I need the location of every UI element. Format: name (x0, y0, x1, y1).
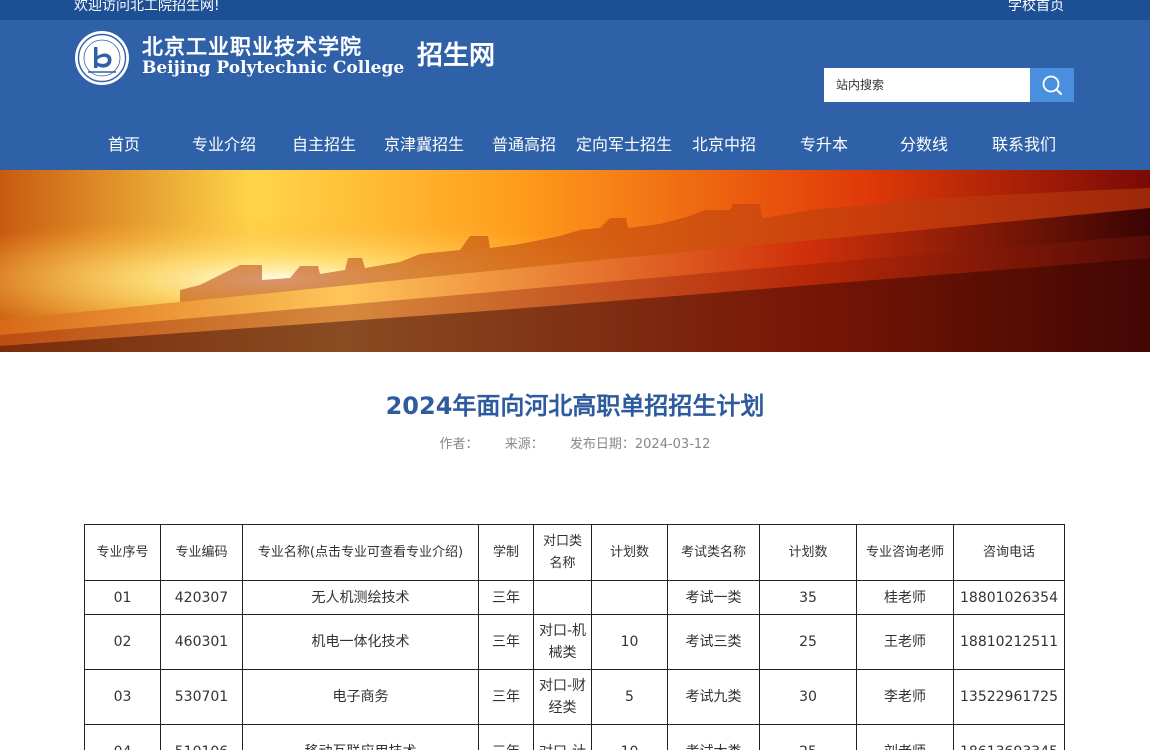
column-header: 专业名称(点击专业可查看专业介绍) (242, 524, 479, 581)
table-row: 02 460301 机电一体化技术 三年 对口-机械类 10 考试三类 25 王… (84, 614, 1065, 670)
nav-item-score-line[interactable]: 分数线 (874, 125, 974, 165)
column-header: 计划数 (759, 524, 857, 581)
nav-item-general-admission[interactable]: 普通高招 (474, 125, 574, 165)
table-cell: 420307 (160, 580, 243, 615)
table-cell: 30 (759, 669, 857, 725)
search-input[interactable] (824, 68, 1030, 102)
top-bar: 欢迎访问北工院招生网! 学校首页 (0, 0, 1150, 20)
article-meta: 作者： 来源： 发布日期：2024-03-12 (0, 435, 1150, 455)
table-row: 03 530701 电子商务 三年 对口-财经类 5 考试九类 30 李老师 1… (84, 669, 1065, 725)
nav-item-military-admission[interactable]: 定向军士招生 (574, 125, 674, 165)
table-row: 01 420307 无人机测绘技术 三年 考试一类 35 桂老师 1880102… (84, 580, 1065, 615)
table-cell: 桂老师 (856, 580, 954, 615)
table-cell: 510106 (160, 724, 243, 750)
nav-item-independent-admission[interactable]: 自主招生 (274, 125, 374, 165)
column-header: 学制 (478, 524, 534, 581)
table-cell: 18801026354 (953, 580, 1065, 615)
site-search (824, 68, 1074, 102)
nav-item-contact[interactable]: 联系我们 (974, 125, 1074, 165)
table-cell: 03 (84, 669, 161, 725)
search-icon (1042, 75, 1062, 95)
table-cell: 对口-财经类 (533, 669, 592, 725)
table-cell: 530701 (160, 669, 243, 725)
table-cell: 01 (84, 580, 161, 615)
table-cell: 18613693345 (953, 724, 1065, 750)
sunset-skyline-banner-image (0, 170, 1150, 352)
college-emblem-icon (75, 31, 129, 85)
search-button[interactable] (1030, 68, 1074, 102)
table-row: 04 510106 移动互联应用技术 三年 对口-计 10 考试大类 25 刘老… (84, 724, 1065, 750)
admission-plan-table: 专业序号 专业编码 专业名称(点击专业可查看专业介绍) 学制 对口类名称 计划数… (84, 524, 1065, 750)
table-cell: 25 (759, 614, 857, 670)
logo-english-name: Beijing Polytechnic College (142, 58, 405, 78)
nav-item-upgrade-undergraduate[interactable]: 专升本 (774, 125, 874, 165)
nav-item-home[interactable]: 首页 (74, 125, 174, 165)
welcome-text: 欢迎访问北工院招生网! (74, 0, 220, 14)
column-header: 考试类名称 (667, 524, 760, 581)
table-cell: 10 (591, 614, 668, 670)
table-cell: 刘老师 (856, 724, 954, 750)
publish-date-label: 发布日期： (569, 437, 635, 452)
major-name-link[interactable]: 机电一体化技术 (242, 614, 479, 670)
table-cell: 对口-计 (533, 724, 592, 750)
hero-banner (0, 170, 1150, 352)
table-cell: 对口-机械类 (533, 614, 592, 670)
table-cell: 三年 (478, 580, 534, 615)
publish-date-value: 2024-03-12 (634, 437, 711, 452)
publish-date: 发布日期：2024-03-12 (570, 437, 711, 452)
table-cell (533, 580, 592, 615)
column-header: 计划数 (591, 524, 668, 581)
table-cell: 李老师 (856, 669, 954, 725)
table-cell: 25 (759, 724, 857, 750)
table-cell: 35 (759, 580, 857, 615)
column-header: 专业咨询老师 (856, 524, 954, 581)
column-header: 咨询电话 (953, 524, 1065, 581)
school-home-link[interactable]: 学校首页 (1008, 0, 1064, 16)
author-label: 作者： (439, 437, 479, 452)
major-name-link[interactable]: 移动互联应用技术 (242, 724, 479, 750)
major-name-link[interactable]: 无人机测绘技术 (242, 580, 479, 615)
nav-item-beijing-zhongzhao[interactable]: 北京中招 (674, 125, 774, 165)
table-cell: 三年 (478, 614, 534, 670)
table-header-row: 专业序号 专业编码 专业名称(点击专业可查看专业介绍) 学制 对口类名称 计划数… (84, 524, 1065, 581)
table-cell: 04 (84, 724, 161, 750)
table-cell (591, 580, 668, 615)
column-header: 专业序号 (84, 524, 161, 581)
table-cell: 三年 (478, 724, 534, 750)
table-cell: 13522961725 (953, 669, 1065, 725)
column-header: 对口类名称 (533, 524, 592, 581)
article-title: 2024年面向河北高职单招招生计划 (385, 392, 765, 420)
table-cell: 02 (84, 614, 161, 670)
table-cell: 考试大类 (667, 724, 760, 750)
table-cell: 考试三类 (667, 614, 760, 670)
table-cell: 考试九类 (667, 669, 760, 725)
table-cell: 460301 (160, 614, 243, 670)
main-nav: 首页 专业介绍 自主招生 京津冀招生 普通高招 定向军士招生 北京中招 专升本 … (74, 125, 1074, 165)
table-cell: 三年 (478, 669, 534, 725)
logo-site-suffix: 招生网 (417, 41, 496, 71)
nav-item-majors[interactable]: 专业介绍 (174, 125, 274, 165)
table-cell: 18810212511 (953, 614, 1065, 670)
table-cell: 10 (591, 724, 668, 750)
site-header: 北京工业职业技术学院 Beijing Polytechnic College 招… (0, 20, 1150, 170)
table-cell: 考试一类 (667, 580, 760, 615)
nav-item-jingjinji-admission[interactable]: 京津冀招生 (374, 125, 474, 165)
source-label: 来源： (504, 437, 544, 452)
table-cell: 5 (591, 669, 668, 725)
major-name-link[interactable]: 电子商务 (242, 669, 479, 725)
column-header: 专业编码 (160, 524, 243, 581)
table-cell: 王老师 (856, 614, 954, 670)
